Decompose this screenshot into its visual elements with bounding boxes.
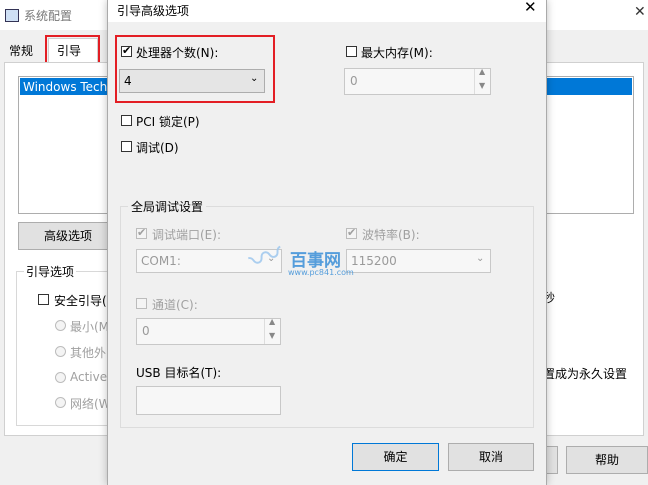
channel-value: 0 bbox=[142, 324, 150, 338]
radio-alternate-shell-label: 其他外 bbox=[70, 346, 107, 360]
usb-target-input[interactable] bbox=[136, 386, 281, 415]
swoosh-icon: 〰 bbox=[243, 233, 290, 283]
radio-network-label: 网络(W bbox=[70, 397, 111, 411]
boot-options-label: 引导选项 bbox=[24, 263, 77, 280]
safe-boot-label: 安全引导( bbox=[54, 294, 107, 308]
help-button[interactable]: 帮助 bbox=[566, 446, 648, 474]
advanced-boot-dialog: 引导高级选项 ✕ 处理器个数(N): 4 ⌄ 最大内存(M): 0 ▲ ▼ PC… bbox=[107, 0, 547, 485]
max-memory-value: 0 bbox=[350, 74, 358, 88]
max-memory-label: 最大内存(M): bbox=[361, 46, 433, 60]
spin-down-icon: ▼ bbox=[479, 81, 486, 90]
max-memory-spinner[interactable]: ▲ ▼ bbox=[474, 67, 491, 94]
debug-port-checkbox[interactable] bbox=[136, 226, 147, 239]
num-processors-highlight bbox=[115, 35, 275, 103]
radio-active-directory-label: Active bbox=[70, 370, 108, 384]
cancel-button[interactable]: 取消 bbox=[448, 443, 534, 471]
back-close-icon[interactable]: ✕ bbox=[634, 4, 646, 20]
back-ok-button-edge[interactable] bbox=[546, 446, 558, 474]
tab-general[interactable]: 常规 bbox=[9, 42, 33, 59]
pci-lock-checkbox[interactable] bbox=[121, 115, 132, 126]
debug-label: 调试(D) bbox=[136, 141, 179, 155]
channel-spinner[interactable]: ▲ ▼ bbox=[264, 317, 281, 344]
ok-button[interactable]: 确定 bbox=[352, 443, 439, 471]
radio-alternate-shell[interactable] bbox=[55, 346, 66, 357]
help-button-label: 帮助 bbox=[594, 453, 619, 467]
max-memory-spinbox[interactable]: 0 ▲ ▼ bbox=[344, 67, 491, 95]
pci-lock-label: PCI 锁定(P) bbox=[136, 115, 200, 129]
make-permanent-label: 置成为永久设置 bbox=[543, 367, 628, 381]
dialog-title: 引导高级选项 bbox=[117, 4, 190, 18]
watermark-logo: 〰 百事网 www.pc841.com bbox=[243, 228, 388, 288]
ok-button-label: 确定 bbox=[383, 450, 408, 464]
os-list-item-label: Windows Tech bbox=[23, 80, 108, 94]
advanced-options-label: 高级选项 bbox=[43, 229, 92, 243]
app-icon bbox=[5, 9, 19, 22]
max-memory-checkbox[interactable] bbox=[346, 46, 357, 57]
channel-checkbox[interactable] bbox=[136, 298, 147, 309]
spin-down-icon: ▼ bbox=[269, 331, 276, 340]
usb-target-label: USB 目标名(T): bbox=[136, 366, 222, 380]
radio-minimal[interactable] bbox=[55, 320, 66, 331]
channel-label: 通道(C): bbox=[152, 298, 198, 312]
chevron-down-icon: ⌄ bbox=[476, 253, 485, 264]
spin-up-icon: ▲ bbox=[269, 317, 276, 326]
debug-port-value: COM1: bbox=[141, 254, 181, 268]
spin-up-icon: ▲ bbox=[479, 67, 486, 76]
dialog-close-icon[interactable]: ✕ bbox=[524, 0, 537, 16]
safe-boot-checkbox[interactable] bbox=[38, 294, 49, 305]
debug-port-label: 调试端口(E): bbox=[152, 228, 221, 242]
advanced-options-button[interactable]: 高级选项 bbox=[18, 222, 118, 250]
back-window-title: 系统配置 bbox=[24, 9, 73, 23]
debug-checkbox[interactable] bbox=[121, 141, 132, 152]
channel-spinbox[interactable]: 0 ▲ ▼ bbox=[136, 317, 281, 345]
cancel-button-label: 取消 bbox=[478, 450, 503, 464]
radio-network[interactable] bbox=[55, 397, 66, 408]
radio-minimal-label: 最小(M bbox=[70, 320, 110, 334]
watermark-url: www.pc841.com bbox=[288, 268, 354, 277]
global-debug-group-label: 全局调试设置 bbox=[128, 198, 207, 215]
radio-active-directory[interactable] bbox=[55, 372, 66, 383]
